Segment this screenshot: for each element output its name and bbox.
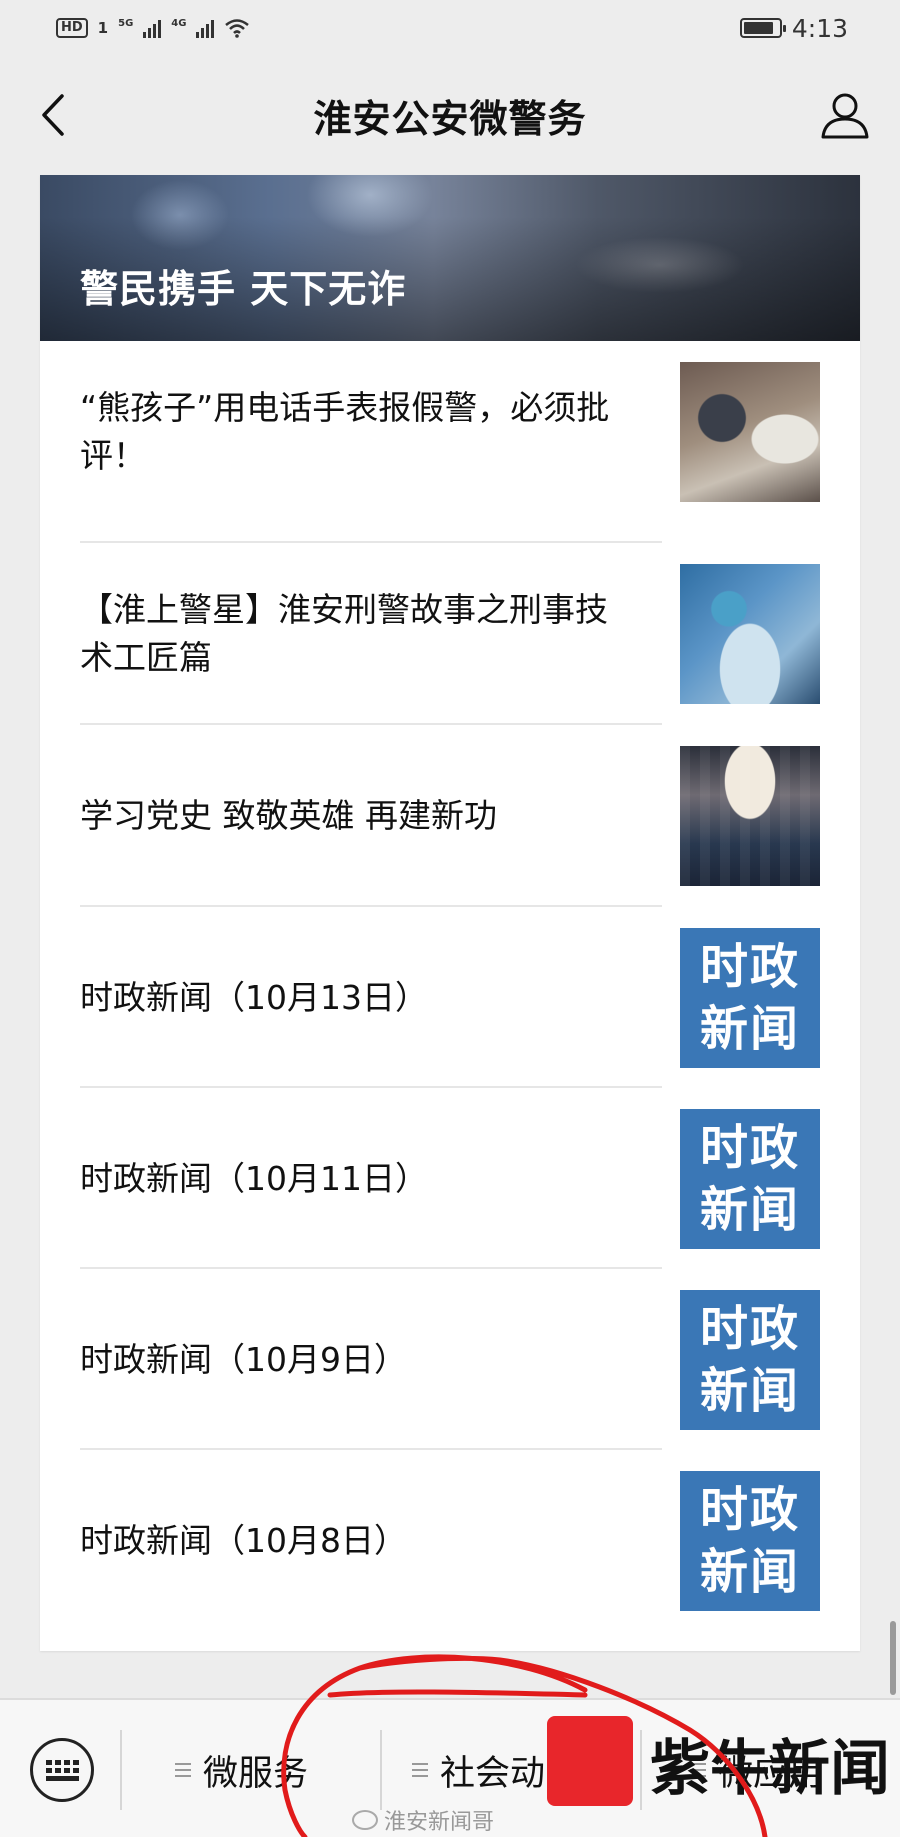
- menu-list-icon: [175, 1763, 191, 1777]
- nav-bar: 淮安公安微警务: [0, 70, 900, 160]
- article-title: 时政新闻（10月9日）: [80, 1339, 407, 1379]
- status-time: 4:13: [791, 13, 848, 43]
- signal-icon-2: [196, 18, 215, 38]
- profile-button[interactable]: [816, 88, 874, 142]
- thumb-text-line1: 时政: [699, 938, 800, 995]
- list-item[interactable]: 时政新闻（10月9日） 时政 新闻: [80, 1269, 820, 1450]
- network-label-1: 5G: [118, 18, 134, 29]
- signal-icon: [143, 18, 162, 38]
- keyboard-toggle-button[interactable]: [30, 1738, 94, 1802]
- article-title: 时政新闻（10月8日）: [80, 1520, 407, 1560]
- list-item[interactable]: “熊孩子”用电话手表报假警，必须批评！: [80, 341, 820, 522]
- article-title: 时政新闻（10月11日）: [80, 1158, 428, 1198]
- sim-number: 1: [97, 19, 109, 37]
- article-thumbnail: [680, 361, 820, 502]
- watermark-text: 淮安新闻哥: [384, 1810, 495, 1835]
- thumb-text-line1: 时政: [699, 1300, 800, 1357]
- article-thumbnail: [680, 563, 820, 704]
- status-right: 4:13: [739, 13, 848, 43]
- thumb-text-line2: 新闻: [699, 1000, 800, 1057]
- chevron-left-icon: [42, 94, 64, 136]
- news-thumbnail: 时政 新闻: [680, 927, 820, 1068]
- logo-text: 紫牛新闻: [650, 1734, 890, 1804]
- menu-item-social[interactable]: 社会动: [412, 1738, 545, 1802]
- hd-badge: HD: [56, 18, 88, 38]
- menu-separator: [640, 1730, 642, 1810]
- article-title: 时政新闻（10月13日）: [80, 977, 428, 1017]
- article-thumbnail: [680, 745, 820, 886]
- news-thumbnail: 时政 新闻: [680, 1108, 820, 1249]
- menu-list-icon: [412, 1763, 428, 1777]
- menu-item-label: 微服务: [203, 1753, 309, 1794]
- article-title: “熊孩子”用电话手表报假警，必须批评！: [80, 387, 610, 475]
- network-label-2: 4G: [171, 18, 187, 29]
- logo: [547, 1716, 633, 1806]
- list-item[interactable]: 时政新闻（10月8日） 时政 新闻: [80, 1450, 820, 1631]
- battery-icon: [739, 18, 786, 38]
- status-left: HD 1 5G 4G: [56, 18, 250, 38]
- banner-title: 警民携手 天下无诈: [80, 267, 407, 311]
- status-bar: HD 1 5G 4G 4:13: [0, 0, 900, 56]
- banner-article[interactable]: 警民携手 天下无诈: [40, 175, 860, 341]
- article-title: 【淮上警星】淮安刑警故事之刑事技术工匠篇: [80, 589, 608, 677]
- article-title: 学习党史 致敬英雄 再建新功: [80, 795, 497, 835]
- menu-separator: [380, 1730, 382, 1810]
- wifi-icon: [225, 19, 250, 38]
- watermark: 淮安新闻哥: [352, 1804, 494, 1836]
- back-button[interactable]: [28, 90, 78, 140]
- list-item[interactable]: 学习党史 致敬英雄 再建新功: [80, 725, 820, 906]
- user-icon: [821, 93, 869, 139]
- thumb-text-line2: 新闻: [699, 1362, 800, 1419]
- list-item[interactable]: 时政新闻（10月13日） 时政 新闻: [80, 907, 820, 1088]
- menu-item-services[interactable]: 微服务: [175, 1738, 308, 1802]
- weibo-icon: [352, 1810, 378, 1830]
- list-item[interactable]: 时政新闻（10月11日） 时政 新闻: [80, 1088, 820, 1269]
- thumb-text-line2: 新闻: [699, 1181, 800, 1238]
- menu-item-label: 社会动: [440, 1753, 546, 1794]
- thumb-text-line1: 时政: [699, 1481, 800, 1538]
- scrollbar-thumb[interactable]: [890, 1621, 896, 1695]
- thumb-text-line2: 新闻: [699, 1543, 800, 1600]
- keyboard-icon: [45, 1759, 79, 1781]
- page-title: 淮安公安微警务: [313, 96, 587, 141]
- thumb-text-line1: 时政: [699, 1119, 800, 1176]
- list-item[interactable]: 【淮上警星】淮安刑警故事之刑事技术工匠篇: [80, 543, 820, 724]
- article-list-card: 警民携手 天下无诈 “熊孩子”用电话手表报假警，必须批评！ 【淮上警星】淮安刑警…: [40, 175, 860, 1651]
- menu-separator: [120, 1730, 122, 1810]
- news-thumbnail: 时政 新闻: [680, 1470, 820, 1611]
- news-thumbnail: 时政 新闻: [680, 1289, 820, 1430]
